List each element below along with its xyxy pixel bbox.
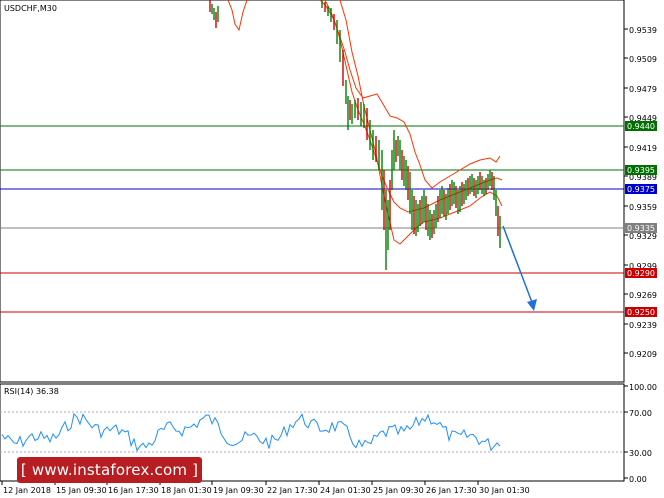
time-tick-label: 25 Jan 09:30 <box>373 486 424 495</box>
time-tick-label: 15 Jan 09:30 <box>56 486 107 495</box>
rsi-axis: 100.00 70.00 30.00 0.00 <box>624 383 657 484</box>
time-axis: 12 Jan 2018 15 Jan 09:30 16 Jan 17:30 18 Ja… <box>1 481 530 495</box>
symbol-label: USDCHF,M30 <box>4 4 57 13</box>
price-tick-label: 0.9419 <box>629 144 657 153</box>
time-tick-label: 22 Jan 17:30 <box>267 486 318 495</box>
trading-terminal: USDCHF,M30 0.95390.95090.94790.94490.941… <box>0 0 657 495</box>
rsi-tick-0: 0.00 <box>629 475 647 484</box>
level-badge-0925-text: 0.9250 <box>627 308 655 317</box>
price-tick-label: 0.9239 <box>629 321 657 330</box>
time-tick-label: 18 Jan 01:30 <box>161 486 212 495</box>
price-tick-label: 0.9539 <box>629 26 657 35</box>
price-tick-label: 0.9359 <box>629 203 657 212</box>
level-badge-09335-text: 0.9335 <box>627 224 655 233</box>
price-tick-label: 0.9269 <box>629 291 657 300</box>
level-badge-0944-text: 0.9440 <box>627 122 655 131</box>
level-badge-09375-text: 0.9375 <box>627 185 655 194</box>
time-tick-label: 16 Jan 17:30 <box>108 486 159 495</box>
time-tick-label: 24 Jan 01:30 <box>320 486 371 495</box>
price-tick-label: 0.9509 <box>629 55 657 64</box>
time-tick-label: 12 Jan 2018 <box>3 486 51 495</box>
time-tick-label: 19 Jan 09:30 <box>213 486 264 495</box>
price-tick-label: 0.9479 <box>629 85 657 94</box>
price-chart-area[interactable] <box>0 0 625 383</box>
level-badge-0929-text: 0.9290 <box>627 269 655 278</box>
rsi-tick-100: 100.00 <box>629 383 657 392</box>
instaforex-watermark: [ www.instaforex.com ] <box>17 457 202 483</box>
level-badge-09395-text: 0.9395 <box>627 166 655 175</box>
rsi-label: RSI(14) 36.38 <box>4 387 59 396</box>
time-tick-label: 30 Jan 01:30 <box>479 486 530 495</box>
price-tick-label: 0.9209 <box>629 350 657 359</box>
rsi-tick-70: 70.00 <box>629 409 652 418</box>
watermark-text: [ www.instaforex.com ] <box>20 461 199 479</box>
time-tick-label: 26 Jan 17:30 <box>426 486 477 495</box>
price-tick-label: 0.9329 <box>629 232 657 241</box>
rsi-tick-30: 30.00 <box>629 449 652 458</box>
